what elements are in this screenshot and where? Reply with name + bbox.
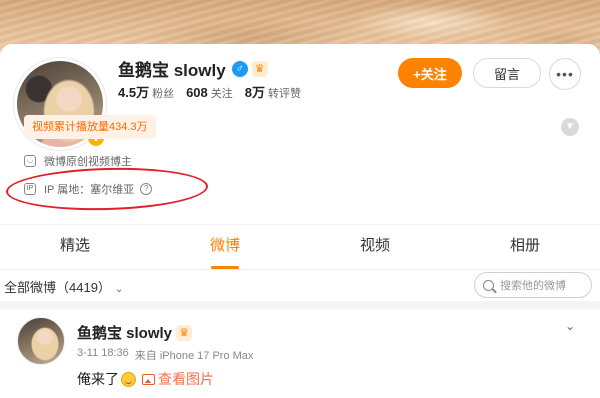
all-posts-filter[interactable]: 全部微博（4419） ⌄: [4, 277, 123, 296]
tab-featured[interactable]: 精选: [0, 225, 150, 269]
more-options-button[interactable]: •••: [549, 58, 581, 90]
search-placeholder: 搜索他的微博: [500, 280, 566, 292]
shield-icon: ◡: [24, 155, 36, 167]
profile-name-row: 鱼鹅宝 slowly ♂ ♛: [118, 56, 268, 81]
post-text: 俺来了: [77, 371, 119, 387]
stat-following[interactable]: 608 关注: [186, 85, 233, 101]
post-search-input[interactable]: 搜索他的微博: [474, 272, 592, 298]
stat-number: 8万: [244, 85, 266, 100]
video-play-count-badge: 视频累计播放量434.3万: [24, 115, 156, 139]
stat-label: 关注: [210, 88, 233, 100]
profile-tabs: 精选 微博 视频 相册: [0, 225, 600, 269]
stat-interactions: 8万 转评赞: [245, 82, 301, 101]
post-source: 来自 iPhone 17 Pro Max: [134, 350, 254, 362]
filter-label: 全部微博（4419）: [4, 280, 111, 295]
post-item: 鱼鹅宝 slowly ♛ ⌄ 3-11 18:36 来自 iPhone 17 P…: [0, 309, 600, 398]
male-icon: ♂: [231, 60, 248, 77]
profile-name: 鱼鹅宝 slowly: [118, 61, 226, 80]
post-content: 俺来了 查看图片: [77, 369, 214, 389]
crown-icon[interactable]: ♛: [176, 324, 193, 341]
post-author-name[interactable]: 鱼鹅宝 slowly: [77, 322, 172, 343]
creator-info: ◡ 微博原创视频博主: [24, 153, 132, 169]
annotation-circle: [5, 165, 209, 213]
tab-weibo[interactable]: 微博: [150, 225, 300, 269]
crown-icon[interactable]: ♛: [251, 60, 268, 77]
message-button[interactable]: 留言: [473, 58, 541, 88]
creator-text: 微博原创视频博主: [44, 156, 132, 168]
tab-albums[interactable]: 相册: [450, 225, 600, 269]
stat-number: 4.5万: [118, 85, 150, 100]
picture-icon: [142, 373, 155, 385]
stat-label: 粉丝: [152, 88, 175, 100]
view-pictures-link[interactable]: 查看图片: [158, 369, 214, 389]
post-menu-chevron-icon[interactable]: ⌄: [565, 319, 575, 333]
post-author-avatar[interactable]: [17, 317, 65, 365]
post-filter-row: 全部微博（4419） ⌄ 搜索他的微博: [0, 270, 600, 300]
search-icon: [483, 279, 494, 291]
expand-chevron-icon[interactable]: ▼: [561, 118, 579, 136]
stat-label: 转评赞: [268, 88, 302, 100]
section-separator: [0, 301, 600, 309]
profile-card: V 鱼鹅宝 slowly ♂ ♛ 4.5万 粉丝 608 关注 8万 转评赞 +…: [0, 44, 600, 398]
chevron-down-icon: ⌄: [114, 284, 124, 295]
stat-followers[interactable]: 4.5万 粉丝: [118, 82, 174, 101]
grin-emoji-icon: [121, 371, 136, 387]
post-time[interactable]: 3-11 18:36: [77, 347, 129, 363]
stat-number: 608: [186, 85, 208, 100]
profile-stats: 4.5万 粉丝 608 关注 8万 转评赞: [118, 82, 313, 101]
post-author-row: 鱼鹅宝 slowly ♛: [77, 322, 193, 343]
tab-videos[interactable]: 视频: [300, 225, 450, 269]
post-meta: 3-11 18:36 来自 iPhone 17 Pro Max: [77, 347, 253, 363]
follow-button[interactable]: +关注: [398, 58, 462, 88]
